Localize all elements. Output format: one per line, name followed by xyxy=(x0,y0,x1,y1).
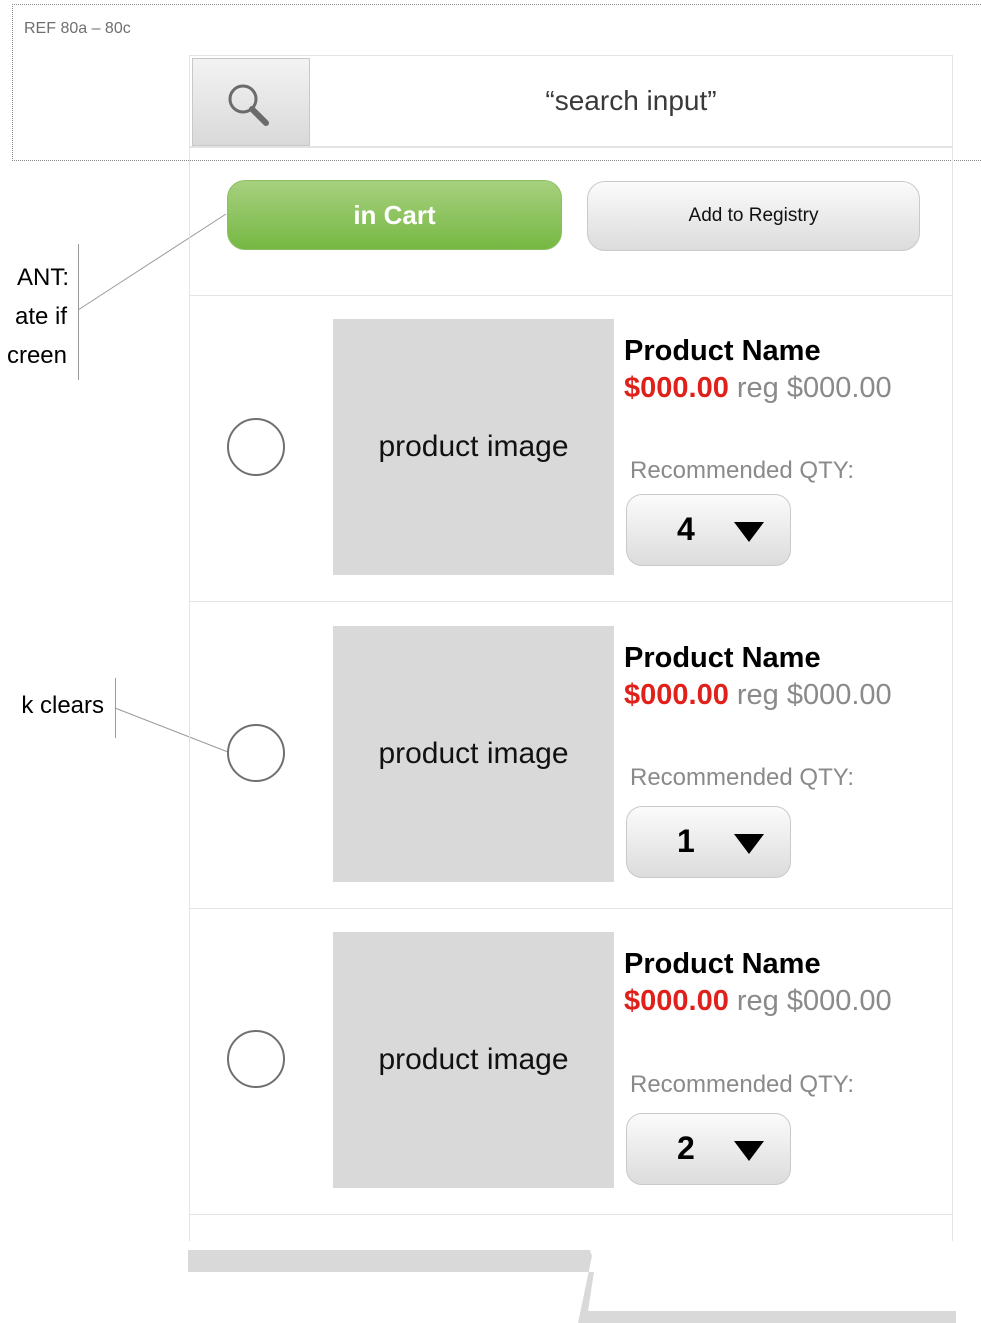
search-icon xyxy=(228,84,269,126)
chevron-down-icon xyxy=(734,1141,764,1161)
phone-screen: in Cart Add to Registry product image Pr… xyxy=(189,55,953,1241)
product-name[interactable]: Product Name xyxy=(624,948,821,981)
chevron-down-icon xyxy=(734,522,764,542)
product-image[interactable]: product image xyxy=(333,932,614,1188)
quantity-select[interactable]: 1 xyxy=(626,806,791,878)
recommended-qty-label: Recommended QTY: xyxy=(630,764,855,791)
product-image[interactable]: product image xyxy=(333,319,614,575)
product-row: product image Product Name $000.00 reg $… xyxy=(190,601,952,907)
recommended-qty-label: Recommended QTY: xyxy=(630,1071,855,1098)
product-price: $000.00 reg $000.00 xyxy=(624,372,892,405)
annotation-important-bar xyxy=(78,244,79,380)
sale-price: $000.00 xyxy=(624,679,729,711)
product-row: product image Product Name $000.00 reg $… xyxy=(190,295,952,601)
sale-price: $000.00 xyxy=(624,372,729,404)
search-input[interactable] xyxy=(310,56,952,146)
product-row: product image Product Name $000.00 reg $… xyxy=(190,908,952,1214)
divider xyxy=(190,1214,952,1215)
select-radio[interactable] xyxy=(227,418,285,476)
annotation-line-3: creen xyxy=(6,342,67,369)
quantity-select[interactable]: 4 xyxy=(626,494,791,566)
regular-price: reg $000.00 xyxy=(736,372,892,404)
add-to-registry-button[interactable]: Add to Registry xyxy=(587,181,920,251)
annotation-line-2: ate if xyxy=(14,303,67,330)
product-name[interactable]: Product Name xyxy=(624,642,821,675)
annotation-important: ANT: ate if creen xyxy=(0,258,69,375)
quantity-value: 4 xyxy=(677,511,695,547)
product-price: $000.00 reg $000.00 xyxy=(624,679,892,712)
quantity-value: 2 xyxy=(677,1130,695,1166)
regular-price: reg $000.00 xyxy=(736,679,892,711)
annotation-line-1: ANT: xyxy=(16,264,69,291)
regular-price: reg $000.00 xyxy=(736,985,892,1017)
torn-edge-graphic xyxy=(188,1250,956,1323)
sale-price: $000.00 xyxy=(624,985,729,1017)
annotation-radio-bar xyxy=(115,678,116,738)
quantity-value: 1 xyxy=(677,823,695,859)
select-radio[interactable] xyxy=(227,724,285,782)
product-image[interactable]: product image xyxy=(333,626,614,882)
recommended-qty-label: Recommended QTY: xyxy=(630,457,855,484)
product-name[interactable]: Product Name xyxy=(624,335,821,368)
in-cart-button[interactable]: in Cart xyxy=(227,180,562,250)
chevron-down-icon xyxy=(734,834,764,854)
select-radio[interactable] xyxy=(227,1030,285,1088)
reference-label: REF 80a – 80c xyxy=(24,20,131,37)
annotation-radio-note: k clears xyxy=(21,692,104,719)
search-bar xyxy=(190,56,952,148)
quantity-select[interactable]: 2 xyxy=(626,1113,791,1185)
product-price: $000.00 reg $000.00 xyxy=(624,985,892,1018)
search-button[interactable] xyxy=(192,58,310,146)
